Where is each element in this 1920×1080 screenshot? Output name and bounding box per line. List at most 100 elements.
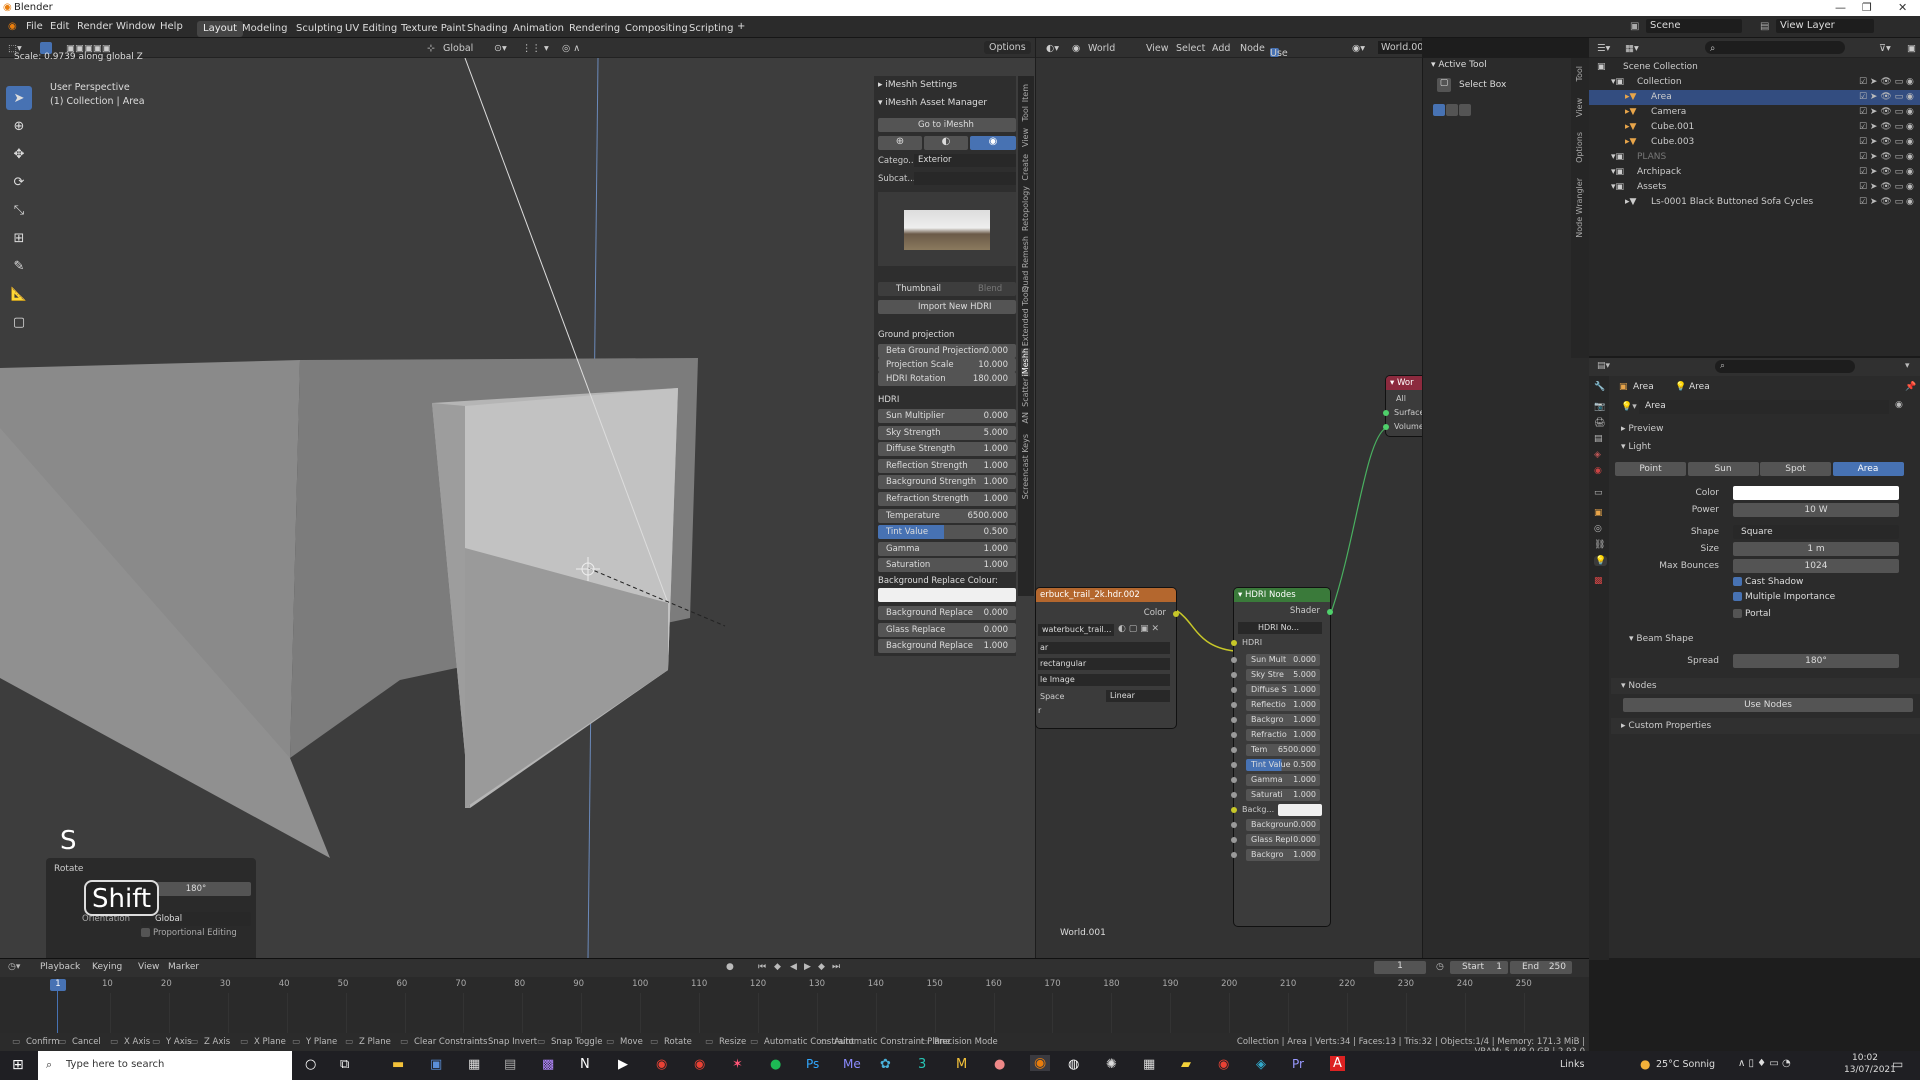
- cast-shadow-checkbox[interactable]: [1733, 577, 1742, 586]
- properties-search-input[interactable]: [1715, 360, 1855, 373]
- goto-imeshh-button[interactable]: Go to iMeshh: [878, 118, 1016, 132]
- hdri-field-4[interactable]: Background Strength 1.000: [878, 475, 1016, 490]
- hdri-node-tail-field-1[interactable]: Glass Repl 0.000: [1246, 834, 1320, 846]
- menu-file[interactable]: File: [26, 21, 43, 32]
- visibility-toggles-icon[interactable]: ☑ ➤ 👁 ▭ ◉: [1859, 197, 1914, 207]
- hdri-node-backg-socket[interactable]: [1231, 807, 1237, 813]
- hdri-node-field-0[interactable]: Sun Mult 0.000: [1246, 654, 1320, 666]
- outliner-row[interactable]: ▾▣ Assets ☑ ➤ 👁 ▭ ◉: [1589, 180, 1920, 195]
- light-type-point[interactable]: Point: [1615, 462, 1686, 476]
- annotate-tool-icon[interactable]: ✎: [6, 254, 32, 278]
- collection-tab-icon[interactable]: ▭: [1594, 488, 1603, 498]
- hdri-node-tail-socket-0[interactable]: [1231, 822, 1237, 828]
- view-layer-selector[interactable]: View Layer: [1776, 19, 1874, 33]
- app-icon-10[interactable]: ◍: [1068, 1057, 1079, 1072]
- fake-user-icon[interactable]: ◉: [1895, 400, 1903, 410]
- hdri-field-0[interactable]: Sun Multiplier 0.000: [878, 409, 1016, 423]
- cortana-icon[interactable]: ○: [305, 1057, 316, 1072]
- rotate-tool-icon[interactable]: ⟳: [6, 170, 32, 194]
- hdri-node-field-9[interactable]: Saturati 1.000: [1246, 789, 1320, 801]
- sidebar-tab-an[interactable]: AN: [1021, 412, 1030, 423]
- select-subtract-icon[interactable]: [1459, 104, 1471, 116]
- visibility-toggles-icon[interactable]: ☑ ➤ 👁 ▭ ◉: [1859, 107, 1914, 117]
- bg-replace-field-0[interactable]: Background Replace 0.000: [878, 606, 1016, 620]
- blend-toggle[interactable]: Blend: [978, 284, 1002, 294]
- env-color-space-dropdown[interactable]: Linear: [1106, 690, 1170, 702]
- photoshop-icon[interactable]: Ps: [806, 1057, 819, 1071]
- app-icon-9[interactable]: ●: [994, 1057, 1005, 1072]
- app-icon-13[interactable]: ▰: [1181, 1057, 1191, 1072]
- background-replace-colour-swatch[interactable]: [878, 588, 1016, 602]
- size-field[interactable]: 1 m: [1733, 542, 1899, 556]
- surface-socket[interactable]: [1383, 410, 1389, 416]
- node-editor-type-icon[interactable]: ◐▾: [1046, 43, 1059, 54]
- workspace-tab-rendering[interactable]: Rendering: [563, 21, 626, 37]
- timeline-menu-marker[interactable]: Marker: [168, 962, 199, 972]
- hdri-node-socket-6[interactable]: [1231, 747, 1237, 753]
- hdri-node-socket-4[interactable]: [1231, 717, 1237, 723]
- filter-icon[interactable]: ⊽▾: [1879, 43, 1891, 54]
- scene-selector[interactable]: Scene: [1646, 19, 1742, 33]
- hdri-node-field-3[interactable]: Reflectio 1.000: [1246, 699, 1320, 711]
- timeline-menu-playback[interactable]: Playback: [40, 962, 80, 972]
- env-color-socket[interactable]: [1173, 611, 1179, 617]
- outliner-row[interactable]: ▾▣ PLANS ☑ ➤ 👁 ▭ ◉: [1589, 150, 1920, 165]
- color-swatch[interactable]: [1733, 486, 1899, 500]
- workspace-tab-shading[interactable]: Shading: [461, 21, 514, 37]
- scene-icon[interactable]: ▣: [1630, 21, 1639, 32]
- menu-window[interactable]: Window: [116, 21, 155, 32]
- outliner-row[interactable]: ▸▼ Area ☑ ➤ 👁 ▭ ◉: [1589, 90, 1920, 105]
- hdri-preview-frame[interactable]: [878, 192, 1016, 266]
- thumbnail-toggle[interactable]: Thumbnail: [896, 284, 941, 294]
- node-menu-add[interactable]: Add: [1212, 43, 1230, 54]
- select-tool-icon[interactable]: ➤: [6, 86, 32, 110]
- output-tab-icon[interactable]: 🖨: [1594, 418, 1605, 428]
- workspace-tab-modeling[interactable]: Modeling: [236, 21, 294, 37]
- blender-taskbar-icon[interactable]: ◉: [1030, 1055, 1051, 1071]
- import-hdri-button[interactable]: Import New HDRI: [878, 300, 1016, 314]
- app-icon-1[interactable]: ▣: [430, 1057, 442, 1072]
- hdri-field-5[interactable]: Refraction Strength 1.000: [878, 492, 1016, 506]
- app-icon-14[interactable]: ◈: [1256, 1057, 1266, 1072]
- world-output-target[interactable]: All: [1396, 394, 1406, 403]
- system-tray-icons[interactable]: ∧ ▯ ♦ ▭ ◔: [1738, 1058, 1791, 1069]
- hdri-field-2[interactable]: Diffuse Strength 1.000: [878, 442, 1016, 457]
- hdri-node-backg-colour[interactable]: [1278, 804, 1322, 816]
- move-tool-icon[interactable]: ✥: [6, 142, 32, 166]
- side-tab-options[interactable]: Options: [1575, 132, 1584, 163]
- hdri-input-socket[interactable]: [1231, 640, 1237, 646]
- chrome-alt-icon[interactable]: ◉: [1218, 1057, 1229, 1072]
- clock-time[interactable]: 10:02: [1852, 1053, 1878, 1063]
- workspace-tab-animation[interactable]: Animation: [507, 21, 570, 37]
- category-dropdown[interactable]: Exterior: [914, 154, 1016, 167]
- side-tab-view[interactable]: View: [1575, 98, 1584, 117]
- portal-option[interactable]: Portal: [1733, 609, 1771, 619]
- proportional-editing-checkbox[interactable]: [141, 928, 150, 937]
- subcategory-dropdown[interactable]: [914, 172, 1016, 185]
- hdri-node-socket-2[interactable]: [1231, 687, 1237, 693]
- properties-type-icon[interactable]: ▤▾: [1597, 361, 1610, 371]
- bg-replace-field-1[interactable]: Glass Replace 0.000: [878, 622, 1016, 637]
- world-tab-icon[interactable]: ◉: [1594, 466, 1602, 476]
- clock-date[interactable]: 13/07/2021: [1844, 1065, 1896, 1075]
- app-icon-7[interactable]: 3: [918, 1057, 926, 1072]
- pin-icon[interactable]: 📌: [1905, 382, 1916, 392]
- node-menu-view[interactable]: View: [1146, 43, 1169, 54]
- visibility-toggles-icon[interactable]: ☑ ➤ 👁 ▭ ◉: [1859, 167, 1914, 177]
- app-icon-2[interactable]: ▤: [504, 1057, 516, 1072]
- sidebar-tab-item[interactable]: Item: [1021, 84, 1030, 102]
- timeline-type-icon[interactable]: ◷▾: [8, 962, 20, 972]
- links-toolbar[interactable]: Links: [1560, 1059, 1584, 1070]
- render-tab-icon[interactable]: 📷: [1594, 402, 1605, 412]
- task-view-icon[interactable]: ⧉: [340, 1057, 349, 1072]
- use-nodes-button[interactable]: Use Nodes: [1623, 698, 1913, 712]
- imeshh-asset-manager-header[interactable]: ▾ iMeshh Asset Manager: [878, 98, 987, 108]
- sidebar-tab-tool[interactable]: Tool: [1021, 106, 1030, 122]
- hdri-nodes-group-node[interactable]: ▾ HDRI Nodes Shader HDRI No... HDRI Sun …: [1231, 588, 1333, 926]
- ground-field-1[interactable]: Projection Scale 10.000: [878, 358, 1016, 372]
- light-data-tab-icon[interactable]: 💡: [1594, 556, 1608, 566]
- timeline-track-area[interactable]: 1 10 20 30 40 50 60 70 80 90 100 110 120 130 140 150 16…: [0, 977, 1589, 1033]
- measure-tool-icon[interactable]: 📐: [6, 282, 32, 306]
- custom-properties-header[interactable]: ▸ Custom Properties: [1611, 718, 1920, 734]
- cast-shadow-option[interactable]: Cast Shadow: [1733, 577, 1803, 587]
